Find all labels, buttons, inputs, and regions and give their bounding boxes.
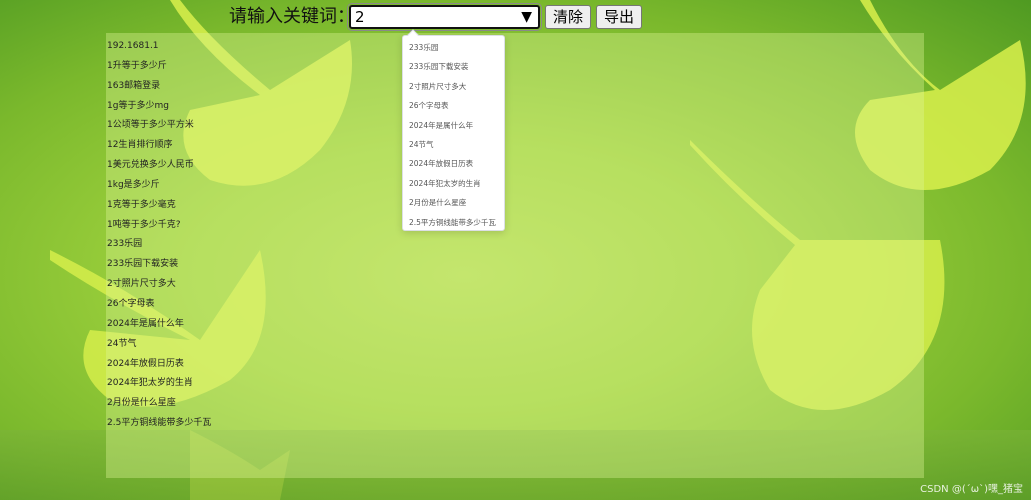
list-item[interactable]: 24节气 [107, 335, 407, 355]
dropdown-option[interactable]: 2寸照片尺寸多大 [403, 77, 504, 96]
list-item[interactable]: 163邮箱登录 [107, 77, 407, 97]
chevron-down-icon: ▼ [521, 9, 532, 25]
dropdown-option[interactable]: 233乐园 [403, 38, 504, 57]
dropdown-option[interactable]: 24节气 [403, 135, 504, 154]
list-item[interactable]: 12生肖排行顺序 [107, 136, 407, 156]
list-item[interactable]: 1克等于多少毫克 [107, 196, 407, 216]
results-list: 192.1681.1 1升等于多少斤 163邮箱登录 1g等于多少mg 1公顷等… [107, 37, 407, 434]
list-item[interactable]: 2024年放假日历表 [107, 355, 407, 375]
dropdown-option[interactable]: 2月份是什么星座 [403, 193, 504, 212]
list-item[interactable]: 2024年犯太岁的生肖 [107, 374, 407, 394]
dropdown-option[interactable]: 2024年犯太岁的生肖 [403, 174, 504, 193]
watermark: CSDN @(ˊωˋ)嘿_猪宝 [920, 484, 1023, 495]
list-item[interactable]: 2寸照片尺寸多大 [107, 275, 407, 295]
list-item[interactable]: 1g等于多少mg [107, 97, 407, 117]
dropdown-option[interactable]: 233乐园下载安装 [403, 57, 504, 76]
dropdown-option[interactable]: 2024年放假日历表 [403, 154, 504, 173]
list-item[interactable]: 1kg是多少斤 [107, 176, 407, 196]
keyword-value: 2 [355, 8, 365, 26]
list-item[interactable]: 2.5平方铜线能带多少千瓦 [107, 414, 407, 434]
list-item[interactable]: 1美元兑换多少人民币 [107, 156, 407, 176]
list-item[interactable]: 1公顷等于多少平方米 [107, 116, 407, 136]
clear-button[interactable]: 清除 [545, 5, 592, 29]
list-item[interactable]: 2月份是什么星座 [107, 394, 407, 414]
export-button[interactable]: 导出 [596, 5, 643, 29]
keyword-select[interactable]: 2 ▼ [347, 3, 542, 31]
list-item[interactable]: 1升等于多少斤 [107, 57, 407, 77]
list-item[interactable]: 192.1681.1 [107, 37, 407, 57]
list-item[interactable]: 233乐园 [107, 235, 407, 255]
list-item[interactable]: 2024年是属什么年 [107, 315, 407, 335]
dropdown-option[interactable]: 2024年是属什么年 [403, 116, 504, 135]
dropdown-option[interactable]: 2.5平方铜线能带多少千瓦 [403, 213, 504, 232]
dropdown-option[interactable]: 26个字母表 [403, 96, 504, 115]
list-item[interactable]: 1吨等于多少千克? [107, 216, 407, 236]
list-item[interactable]: 233乐园下载安装 [107, 255, 407, 275]
search-label: 请输入关键词： [229, 6, 355, 27]
list-item[interactable]: 26个字母表 [107, 295, 407, 315]
autocomplete-dropdown: 233乐园 233乐园下载安装 2寸照片尺寸多大 26个字母表 2024年是属什… [402, 29, 505, 232]
